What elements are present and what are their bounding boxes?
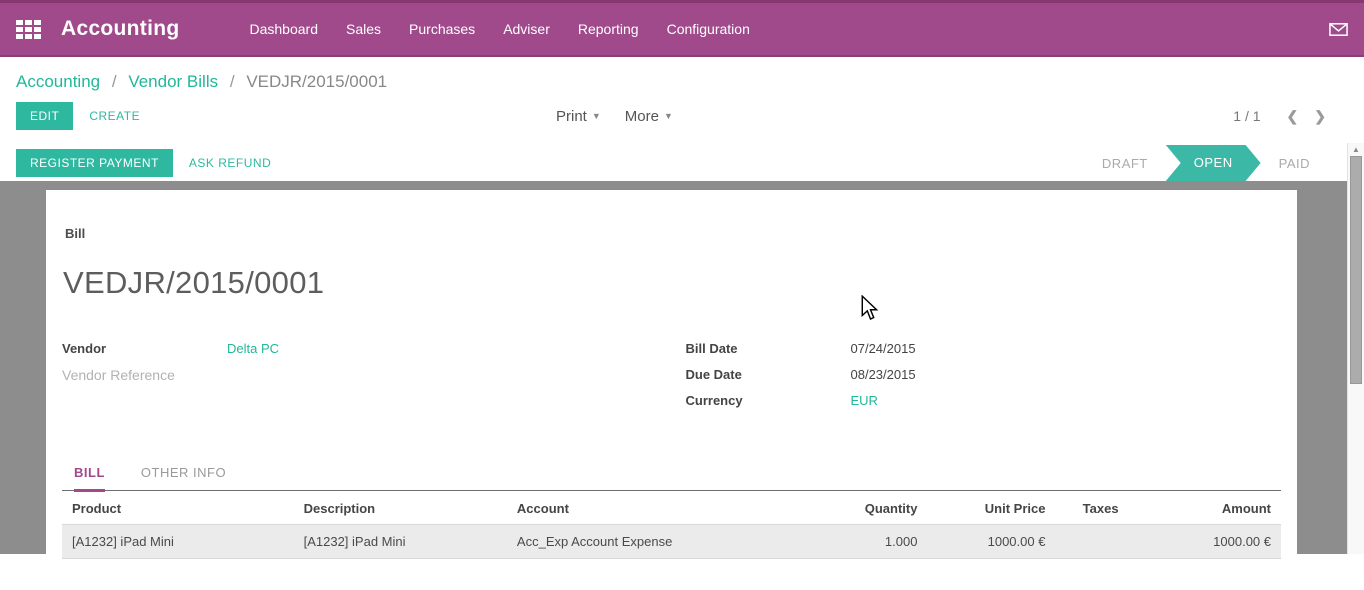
- vendor-reference-label: Vendor Reference: [62, 367, 227, 383]
- vendor-label: Vendor: [62, 341, 227, 356]
- print-dropdown[interactable]: Print ▼: [556, 108, 601, 125]
- currency-field: Currency EUR: [686, 393, 1282, 408]
- breadcrumb-vendor-bills[interactable]: Vendor Bills: [128, 72, 218, 91]
- due-date-label: Due Date: [686, 367, 851, 382]
- tab-other-info[interactable]: OTHER INFO: [141, 465, 226, 490]
- apps-grid-icon[interactable]: [16, 20, 41, 39]
- invoice-lines-table: Product Description Account Quantity Uni…: [62, 491, 1281, 559]
- messages-envelope-icon[interactable]: [1329, 22, 1348, 37]
- table-header-row: Product Description Account Quantity Uni…: [62, 491, 1281, 525]
- control-panel: EDIT CREATE Print ▼ More ▼ 1 / 1 ❮ ❯: [0, 96, 1364, 136]
- cell-amount[interactable]: 1000.00 €: [1129, 525, 1281, 559]
- vendor-field: Vendor Delta PC: [62, 341, 672, 356]
- ask-refund-button[interactable]: ASK REFUND: [175, 149, 285, 177]
- right-field-column: Bill Date 07/24/2015 Due Date 08/23/2015…: [672, 341, 1282, 419]
- breadcrumb-separator: /: [230, 72, 235, 91]
- scrollbar-up-arrow-icon[interactable]: ▲: [1348, 143, 1364, 156]
- menu-item-purchases[interactable]: Purchases: [395, 15, 489, 43]
- column-header-description[interactable]: Description: [294, 491, 507, 525]
- status-state-draft[interactable]: DRAFT: [1086, 156, 1164, 171]
- tab-bill[interactable]: BILL: [74, 465, 105, 492]
- bill-date-field: Bill Date 07/24/2015: [686, 341, 1282, 356]
- cell-product[interactable]: [A1232] iPad Mini: [62, 525, 294, 559]
- vendor-reference-field: Vendor Reference: [62, 367, 672, 383]
- column-header-unit-price[interactable]: Unit Price: [927, 491, 1055, 525]
- chevron-down-icon: ▼: [664, 111, 673, 121]
- menu-item-adviser[interactable]: Adviser: [489, 15, 564, 43]
- column-header-amount[interactable]: Amount: [1129, 491, 1281, 525]
- action-dropdowns: Print ▼ More ▼: [556, 96, 673, 136]
- create-button[interactable]: CREATE: [75, 102, 154, 130]
- pager-count: 1 / 1: [1233, 108, 1260, 124]
- record-pager: 1 / 1 ❮ ❯: [1233, 108, 1334, 125]
- status-state-open[interactable]: OPEN: [1166, 145, 1261, 181]
- menu-item-sales[interactable]: Sales: [332, 15, 395, 43]
- app-title[interactable]: Accounting: [61, 17, 180, 41]
- column-header-quantity[interactable]: Quantity: [812, 491, 928, 525]
- breadcrumb-current-document: VEDJR/2015/0001: [246, 72, 387, 91]
- due-date-field: Due Date 08/23/2015: [686, 367, 1282, 382]
- print-dropdown-label: Print: [556, 108, 587, 125]
- bill-form-sheet: Bill VEDJR/2015/0001 Vendor Delta PC Ven…: [46, 190, 1297, 590]
- pager-next-icon[interactable]: ❯: [1306, 108, 1334, 125]
- table-row[interactable]: [A1232] iPad Mini [A1232] iPad Mini Acc_…: [62, 525, 1281, 559]
- document-type-label: Bill: [62, 226, 1281, 241]
- cell-quantity[interactable]: 1.000: [812, 525, 928, 559]
- cell-description[interactable]: [A1232] iPad Mini: [294, 525, 507, 559]
- column-header-account[interactable]: Account: [507, 491, 812, 525]
- breadcrumb: Accounting / Vendor Bills / VEDJR/2015/0…: [0, 57, 1364, 96]
- menu-item-dashboard[interactable]: Dashboard: [236, 15, 333, 43]
- status-pipeline: DRAFT OPEN PAID: [1086, 145, 1326, 181]
- notebook-tabs: BILL OTHER INFO: [62, 465, 1281, 491]
- cell-taxes[interactable]: [1055, 525, 1128, 559]
- bill-date-value: 07/24/2015: [851, 341, 916, 356]
- document-title: VEDJR/2015/0001: [62, 265, 1281, 301]
- due-date-value: 08/23/2015: [851, 367, 916, 382]
- vertical-scrollbar[interactable]: ▲: [1347, 143, 1364, 554]
- field-groups: Vendor Delta PC Vendor Reference Bill Da…: [62, 341, 1281, 419]
- currency-value-link[interactable]: EUR: [851, 393, 878, 408]
- top-navbar: Accounting Dashboard Sales Purchases Adv…: [0, 0, 1364, 57]
- edit-button[interactable]: EDIT: [16, 102, 73, 130]
- menu-item-configuration[interactable]: Configuration: [653, 15, 764, 43]
- column-header-product[interactable]: Product: [62, 491, 294, 525]
- top-menu: Dashboard Sales Purchases Adviser Report…: [236, 15, 764, 43]
- statusbar: REGISTER PAYMENT ASK REFUND DRAFT OPEN P…: [0, 144, 1364, 182]
- currency-label: Currency: [686, 393, 851, 408]
- cell-account[interactable]: Acc_Exp Account Expense: [507, 525, 812, 559]
- breadcrumb-separator: /: [112, 72, 117, 91]
- more-dropdown[interactable]: More ▼: [625, 108, 673, 125]
- more-dropdown-label: More: [625, 108, 659, 125]
- column-header-taxes[interactable]: Taxes: [1055, 491, 1128, 525]
- pager-previous-icon[interactable]: ❮: [1279, 108, 1307, 125]
- status-state-paid[interactable]: PAID: [1263, 156, 1326, 171]
- bill-date-label: Bill Date: [686, 341, 851, 356]
- vendor-value-link[interactable]: Delta PC: [227, 341, 279, 356]
- content-area: Bill VEDJR/2015/0001 Vendor Delta PC Ven…: [0, 181, 1364, 554]
- chevron-down-icon: ▼: [592, 111, 601, 121]
- register-payment-button[interactable]: REGISTER PAYMENT: [16, 149, 173, 177]
- breadcrumb-accounting[interactable]: Accounting: [16, 72, 100, 91]
- left-field-column: Vendor Delta PC Vendor Reference: [62, 341, 672, 419]
- cell-unit-price[interactable]: 1000.00 €: [927, 525, 1055, 559]
- scrollbar-thumb[interactable]: [1350, 156, 1362, 384]
- menu-item-reporting[interactable]: Reporting: [564, 15, 653, 43]
